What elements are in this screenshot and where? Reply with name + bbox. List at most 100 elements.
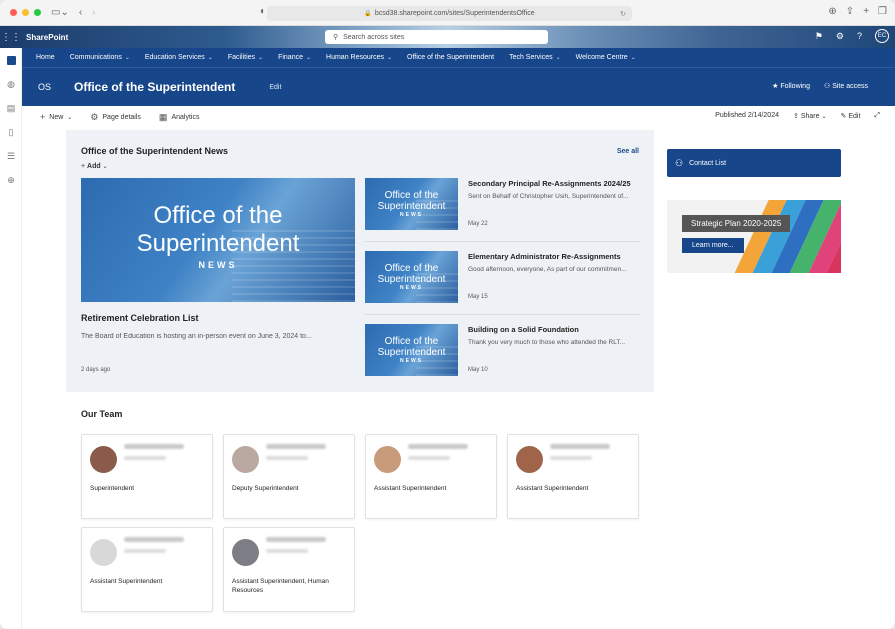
user-avatar[interactable]: EC [875, 29, 889, 43]
nav-item-education-services[interactable]: Education Services ⌄ [145, 54, 213, 61]
share-button[interactable]: ⇪ Share ⌄ [793, 112, 827, 120]
sidebar-toggle-icon[interactable]: ▭⌄ [51, 7, 69, 18]
nav-item-tech-services[interactable]: Tech Services ⌄ [509, 54, 561, 61]
reload-icon[interactable]: ↻ [620, 10, 626, 18]
rail-globe[interactable]: ◍ [0, 72, 22, 96]
share-browser-icon[interactable]: ⇪ [846, 6, 854, 17]
nav-label: Education Services [144, 54, 205, 61]
expand-icon[interactable]: ⤢ [874, 112, 880, 120]
tabs-overview-icon[interactable]: ❐ [878, 6, 887, 17]
new-button[interactable]: + New ⌄ [40, 112, 72, 122]
nav-item-human-resources[interactable]: Human Resources ⌄ [326, 54, 392, 61]
nav-label: Finance [278, 54, 303, 61]
browser-actions: ⊕ ⇪ + ❐ [828, 6, 887, 17]
blurred-role [266, 549, 308, 553]
star-icon: ★ [772, 83, 779, 90]
nav-item-communications[interactable]: Communications ⌄ [70, 54, 130, 61]
rail-news[interactable]: ▤ [0, 96, 22, 120]
site-logo[interactable]: OS [38, 82, 64, 92]
page-details-button[interactable]: ⚙ Page details [90, 112, 141, 123]
blurred-name [550, 444, 610, 449]
news-headline[interactable]: Building on a Solid Foundation [468, 325, 579, 334]
nav-label: Welcome Centre [575, 54, 628, 61]
site-header: Home Communications ⌄ Education Services ⌄… [22, 48, 895, 106]
edit-page-button[interactable]: ✎ Edit [841, 112, 861, 120]
rail-files[interactable]: ▯ [0, 120, 22, 144]
contact-list-button[interactable]: ⚇ Contact List [667, 149, 841, 177]
team-card[interactable]: Deputy Superintendent [223, 434, 355, 519]
blurred-role [408, 456, 450, 460]
following-button[interactable]: ★ Following [772, 82, 810, 90]
site-access-button[interactable]: ⚇ Site access [824, 82, 868, 90]
share-label: Share [800, 113, 820, 120]
nav-item-facilities[interactable]: Facilities ⌄ [228, 54, 263, 61]
contact-list-label: Contact List [689, 159, 727, 167]
add-news-button[interactable]: + Add ⌄ [81, 163, 108, 170]
suite-bar: ⋮⋮ SharePoint ⚲ Search across sites ⚑ ⚙ … [0, 26, 895, 48]
news-item[interactable]: Office of the Superintendent NEWS Element… [365, 251, 640, 307]
blurred-name [408, 444, 468, 449]
nav-item-welcome-centre[interactable]: Welcome Centre ⌄ [576, 54, 636, 61]
team-member-title: Assistant Superintendent [90, 578, 163, 585]
address-bar[interactable]: 🔒 bcsd38.sharepoint.com/sites/Superinten… [267, 6, 632, 21]
see-all-link[interactable]: See all [617, 148, 639, 155]
news-webpart: Office of the Superintendent News See al… [66, 130, 654, 392]
image-text-line2: Superintendent [377, 201, 446, 212]
chevron-down-icon: ⌄ [67, 114, 73, 121]
site-title[interactable]: Office of the Superintendent [74, 80, 235, 94]
news-thumbnail[interactable]: Office of the Superintendent NEWS [365, 324, 458, 376]
news-summary: Thank you very much to those who attende… [468, 339, 626, 346]
news-thumbnail[interactable]: Office of the Superintendent NEWS [365, 251, 458, 303]
rail-home[interactable] [0, 48, 22, 72]
nav-label: Office of the Superintendent [407, 54, 495, 61]
hero-news-image[interactable]: Office of the Superintendent NEWS [81, 178, 355, 302]
site-title-bar: OS Office of the Superintendent Edit ★ F… [22, 68, 895, 106]
team-card[interactable]: Assistant Superintendent [81, 527, 213, 612]
browser-toolbar: ▭⌄ ‹ › ◐ 🔒 bcsd38.sharepoint.com/sites/S… [0, 0, 895, 26]
forward-icon[interactable]: › [92, 7, 95, 18]
analytics-button[interactable]: ▦ Analytics [159, 112, 200, 123]
gear-icon[interactable]: ⚙ [836, 31, 844, 42]
close-window-button[interactable] [10, 9, 17, 16]
avatar [516, 446, 543, 473]
nav-label: Communications [69, 54, 122, 61]
download-icon[interactable]: ⊕ [828, 6, 836, 17]
app-launcher-icon[interactable]: ⋮⋮ [0, 32, 22, 43]
avatar [90, 446, 117, 473]
new-tab-icon[interactable]: + [863, 6, 869, 17]
team-card[interactable]: Assistant Superintendent [507, 434, 639, 519]
team-card[interactable]: Superintendent [81, 434, 213, 519]
news-date: May 15 [468, 294, 488, 300]
image-text-line1: Office of the [384, 336, 439, 347]
news-thumbnail[interactable]: Office of the Superintendent NEWS [365, 178, 458, 230]
rail-create[interactable]: ⊕ [0, 168, 22, 192]
chevron-down-icon: ⌄ [207, 55, 213, 61]
feedback-icon[interactable]: ⚑ [815, 31, 823, 42]
team-member-title: Superintendent [90, 485, 135, 492]
news-headline[interactable]: Secondary Principal Re-Assignments 2024/… [468, 179, 631, 188]
url-text: bcsd38.sharepoint.com/sites/Superintende… [374, 10, 535, 17]
app-name[interactable]: SharePoint [26, 33, 68, 42]
rail-lists[interactable]: ☰ [0, 144, 22, 168]
privacy-shield-icon[interactable]: ◐ [260, 6, 266, 17]
news-item[interactable]: Office of the Superintendent NEWS Seconda… [365, 178, 640, 234]
nav-item-office-superintendent[interactable]: Office of the Superintendent [407, 54, 494, 61]
image-text-line2: Superintendent [377, 347, 446, 358]
edit-nav-link[interactable]: Edit [269, 84, 281, 91]
news-item[interactable]: Office of the Superintendent NEWS Buildin… [365, 324, 640, 380]
minimize-window-button[interactable] [22, 9, 29, 16]
team-card[interactable]: Assistant Superintendent, Human Resource… [223, 527, 355, 612]
help-icon[interactable]: ? [857, 31, 862, 41]
learn-more-button[interactable]: Learn more... [682, 238, 744, 253]
published-status: Published 2/14/2024 [715, 112, 779, 119]
strategic-plan-banner[interactable]: Strategic Plan 2020-2025 Learn more... [667, 200, 841, 273]
back-icon[interactable]: ‹ [79, 7, 82, 18]
zoom-window-button[interactable] [34, 9, 41, 16]
team-member-title: Deputy Superintendent [232, 485, 299, 492]
nav-item-home[interactable]: Home [36, 54, 55, 61]
team-card[interactable]: Assistant Superintendent [365, 434, 497, 519]
search-box[interactable]: ⚲ Search across sites [325, 30, 548, 44]
news-headline[interactable]: Elementary Administrator Re-Assignments [468, 252, 621, 261]
hero-news-headline[interactable]: Retirement Celebration List [81, 313, 199, 323]
nav-item-finance[interactable]: Finance ⌄ [278, 54, 311, 61]
